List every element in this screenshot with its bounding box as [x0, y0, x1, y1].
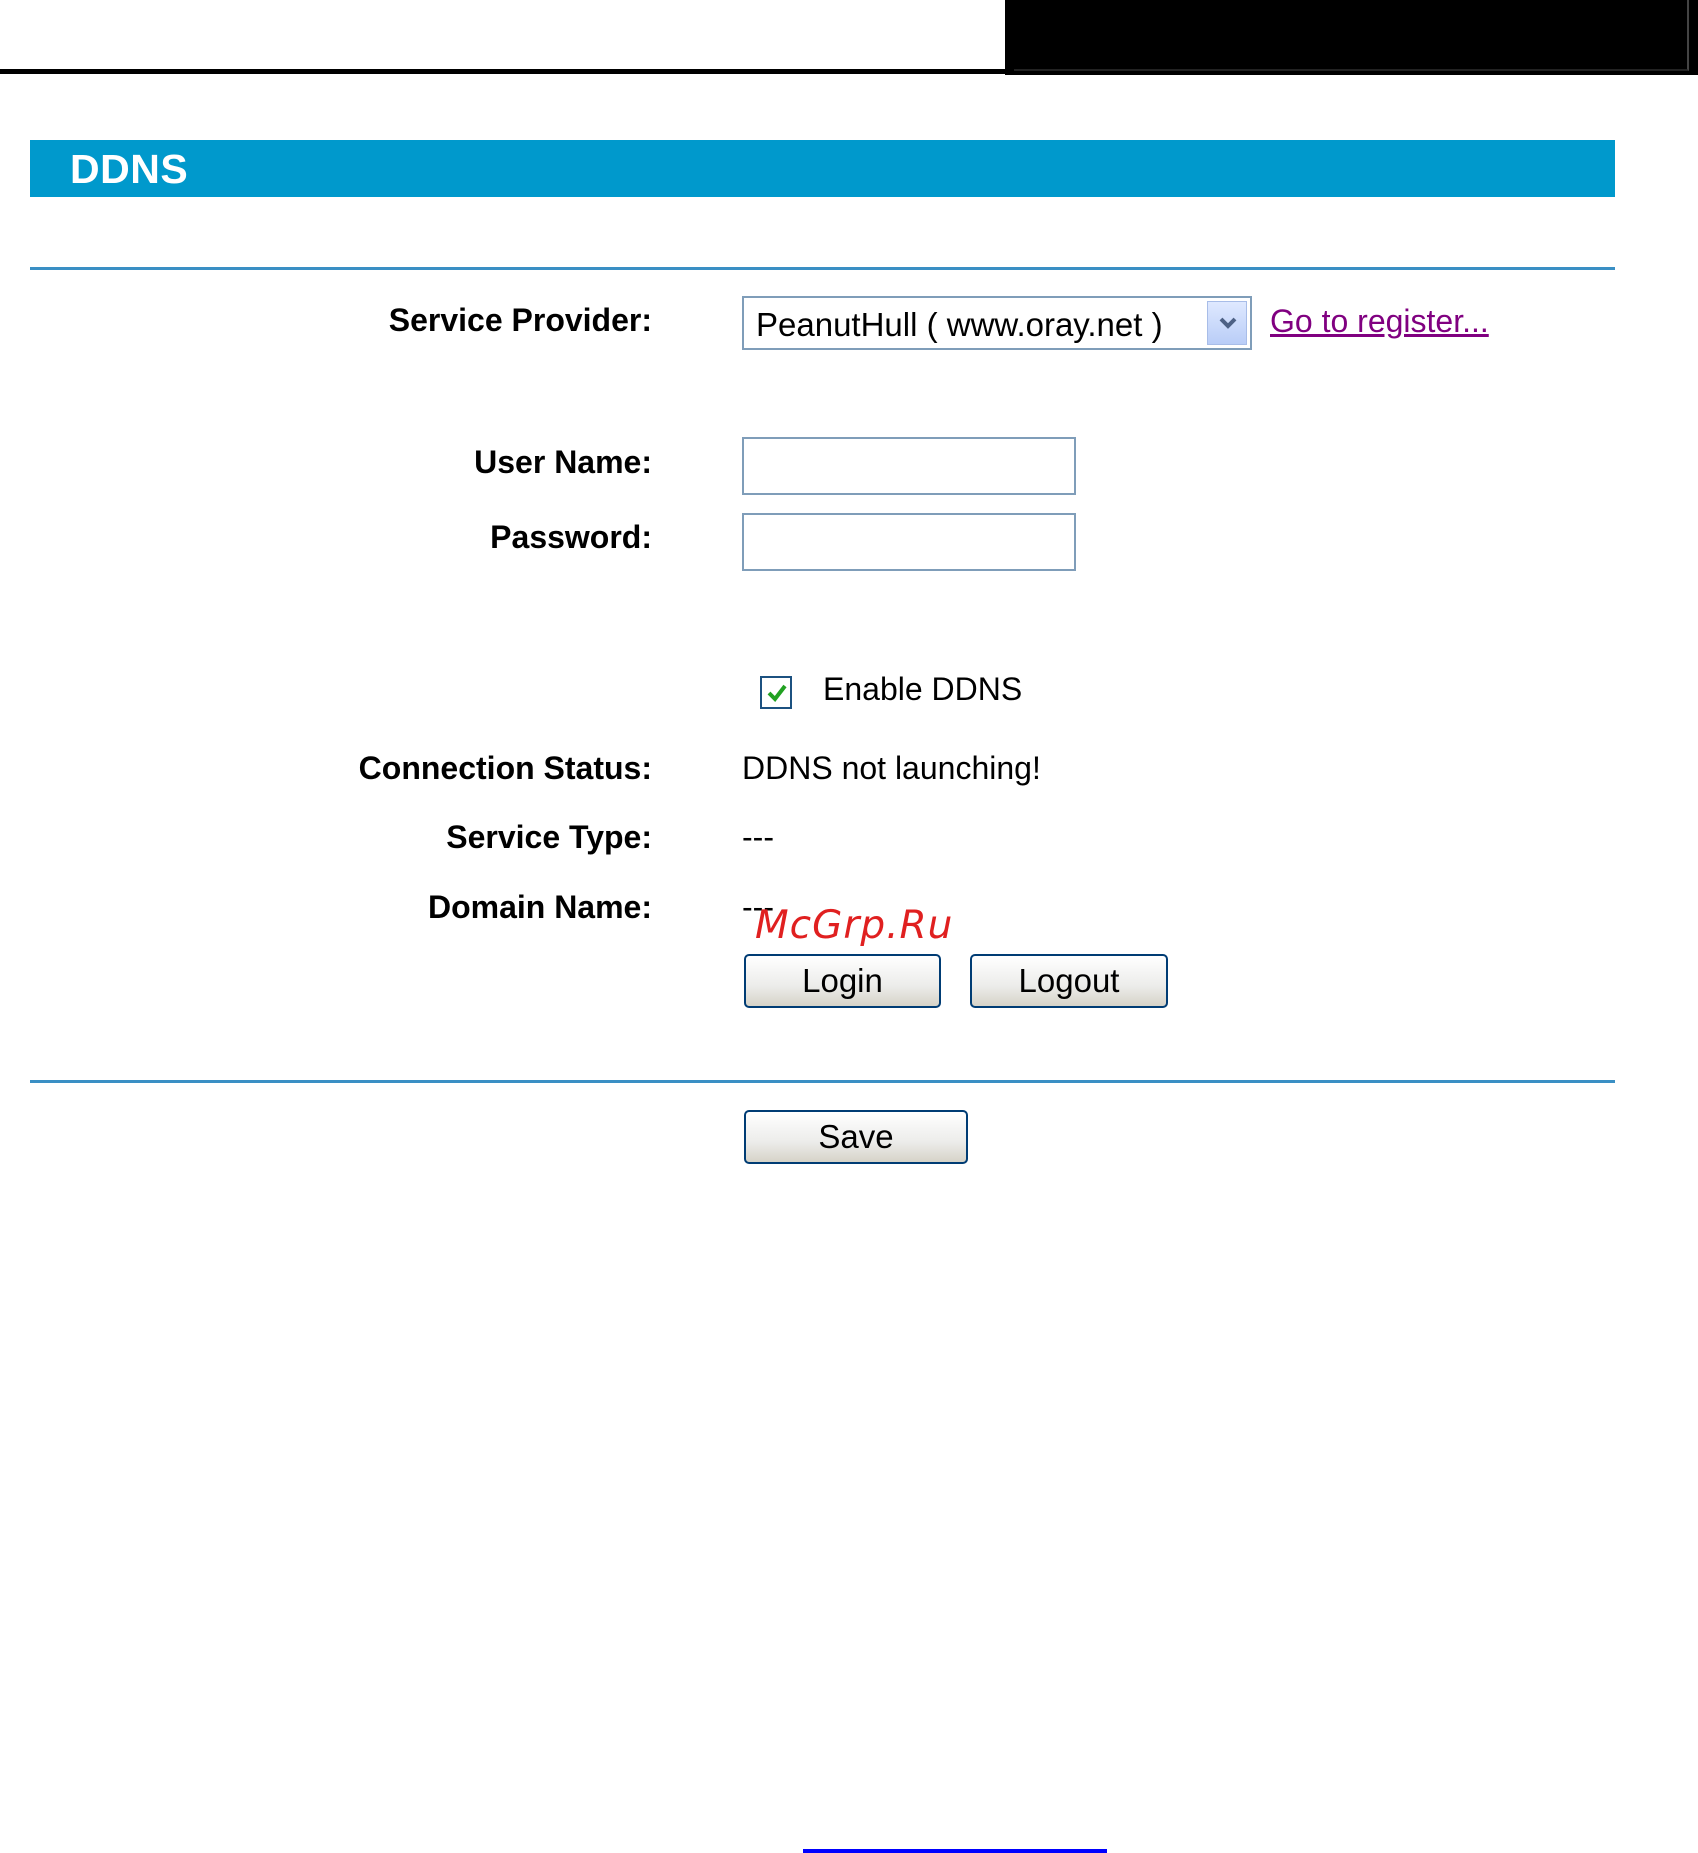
service-provider-selected-value: PeanutHull ( www.oray.net ) [756, 306, 1163, 343]
chevron-down-icon [1219, 317, 1237, 329]
enable-ddns-checkbox[interactable] [760, 676, 792, 709]
enable-ddns-label: Enable DDNS [823, 671, 1023, 707]
top-divider [30, 267, 1615, 270]
header-frame [1014, 0, 1689, 71]
title-bar: DDNS [30, 140, 1615, 197]
service-type-value: --- [742, 819, 774, 855]
service-type-label: Service Type: [446, 819, 652, 855]
service-provider-select[interactable]: PeanutHull ( www.oray.net ) [742, 296, 1252, 350]
domain-name-label: Domain Name: [427, 889, 652, 925]
connection-status-label: Connection Status: [358, 750, 652, 786]
service-provider-label: Service Provider: [388, 302, 652, 338]
connection-status-value: DDNS not launching! [742, 750, 1041, 786]
watermark: McGrp.Ru [755, 903, 954, 948]
dropdown-button[interactable] [1207, 301, 1247, 345]
bottom-link-underline [803, 1849, 1107, 1853]
header-rule [0, 69, 1005, 74]
password-label: Password: [490, 519, 652, 555]
page-title: DDNS [70, 146, 189, 192]
header-black-block [1005, 0, 1698, 75]
checkmark-icon [767, 684, 787, 703]
save-button[interactable]: Save [744, 1110, 968, 1164]
logout-button[interactable]: Logout [970, 954, 1168, 1008]
username-input[interactable] [742, 437, 1076, 495]
password-input[interactable] [742, 513, 1076, 571]
go-to-register-link[interactable]: Go to register... [1270, 303, 1489, 340]
username-label: User Name: [474, 444, 652, 480]
login-button[interactable]: Login [744, 954, 941, 1008]
bottom-divider [30, 1080, 1615, 1083]
